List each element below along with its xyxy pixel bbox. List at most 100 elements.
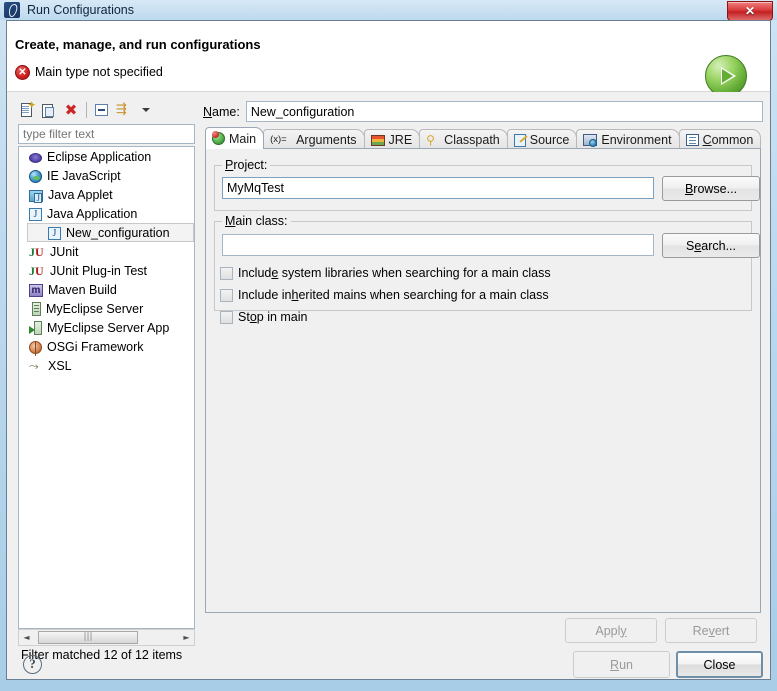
java-application-icon: J: [29, 208, 42, 221]
tree-item-label: JUnit Plug-in Test: [50, 263, 148, 278]
error-x-icon: ✕: [15, 65, 30, 80]
tab-label: Source: [529, 132, 570, 147]
view-menu-button[interactable]: [136, 100, 156, 120]
classpath-tab-icon: ⚲: [426, 132, 435, 147]
configuration-editor-pane: Name: Main (x)= Arguments JRE: [203, 97, 763, 657]
collapse-all-button[interactable]: [92, 100, 112, 120]
filter-button[interactable]: ⇶: [114, 100, 134, 120]
browse-rest: rowse...: [693, 181, 738, 196]
tree-item-label: MyEclipse Server App: [47, 320, 170, 335]
close-window-button[interactable]: ✕: [727, 1, 773, 21]
main-class-input[interactable]: [222, 234, 654, 256]
apply-mnemonic: y: [620, 623, 627, 638]
tab-environment[interactable]: Environment: [576, 129, 680, 149]
tree-item-java-applet[interactable]: Java Applet: [19, 185, 194, 204]
revert-button[interactable]: Revert: [665, 618, 757, 643]
tree-item-label: XSL: [48, 358, 72, 373]
name-label-mnemonic: N: [203, 104, 213, 119]
project-input[interactable]: [222, 177, 654, 199]
tab-label: Classpath: [444, 132, 500, 147]
apply-button[interactable]: Apply: [565, 618, 657, 643]
delete-configuration-button[interactable]: ✖: [61, 100, 81, 120]
validation-message: Main type not specified: [35, 65, 163, 79]
close-button[interactable]: Close: [676, 651, 763, 678]
revert-post: ert: [714, 623, 730, 638]
configuration-name-input[interactable]: [245, 101, 763, 122]
tree-item-eclipse-application[interactable]: Eclipse Application: [19, 147, 194, 166]
configurations-pane: ✦ ✖ ⇶ type filter text Eclipse Applicati…: [13, 97, 199, 662]
java-applet-icon: [29, 189, 43, 203]
include-inherited-mains-label: Include inherited mains when searching f…: [238, 288, 549, 302]
tab-common[interactable]: Common: [678, 129, 762, 149]
tab-source[interactable]: Source: [506, 129, 578, 149]
tree-item-label: JUnit: [50, 244, 79, 259]
tab-main[interactable]: Main: [205, 127, 265, 149]
configurations-toolbar: ✦ ✖ ⇶: [13, 97, 199, 123]
run-configurations-window: Run Configurations ✕ Create, manage, and…: [0, 0, 777, 691]
search-button[interactable]: Search...: [662, 233, 760, 258]
tree-item-java-application[interactable]: J Java Application: [19, 204, 194, 223]
tree-item-new-configuration[interactable]: J New_configuration: [27, 223, 194, 242]
tree-item-label: IE JavaScript: [47, 168, 121, 183]
tab-arguments[interactable]: (x)= Arguments: [263, 129, 365, 149]
search-rest: arch...: [701, 238, 737, 253]
junit-plugin-icon: JU: [29, 264, 44, 278]
tab-classpath[interactable]: ⚲ Classpath: [419, 129, 508, 149]
osgi-icon: [29, 341, 42, 356]
tree-item-osgi-framework[interactable]: OSGi Framework: [19, 337, 194, 356]
tree-item-ie-javascript[interactable]: IE JavaScript: [19, 166, 194, 185]
server-icon: [32, 302, 41, 316]
tab-label: JRE: [388, 132, 413, 147]
tree-item-maven-build[interactable]: m Maven Build: [19, 280, 194, 299]
run-button[interactable]: Run: [573, 651, 670, 678]
xsl-icon: ⤳: [29, 359, 39, 373]
duplicate-configuration-button[interactable]: [39, 100, 59, 120]
toolbar-separator: [86, 102, 87, 118]
include-inherited-mains-row[interactable]: Include inherited mains when searching f…: [220, 288, 549, 302]
name-label-rest: ame:: [212, 104, 240, 119]
run-mnemonic: R: [610, 657, 620, 672]
eclipse-application-icon: [29, 153, 42, 163]
dialog-footer: ? Run Close: [7, 643, 770, 679]
stop-in-main-checkbox[interactable]: [220, 310, 233, 324]
help-question-icon[interactable]: ?: [23, 655, 42, 674]
name-label: Name:: [203, 105, 240, 119]
tab-label: Arguments: [296, 132, 357, 147]
tree-item-label: Maven Build: [48, 282, 117, 297]
dialog-header: Create, manage, and run configurations ✕…: [7, 21, 770, 97]
tree-item-myeclipse-server[interactable]: MyEclipse Server: [19, 299, 194, 318]
tree-item-label: MyEclipse Server: [46, 301, 144, 316]
tree-item-label: Java Application: [47, 206, 138, 221]
new-configuration-button[interactable]: ✦: [17, 100, 37, 120]
tree-item-myeclipse-server-app[interactable]: MyEclipse Server App: [19, 318, 194, 337]
arguments-tab-icon: (x)=: [270, 133, 287, 145]
configurations-tree[interactable]: Eclipse Application IE JavaScript Java A…: [18, 146, 195, 629]
include-inherited-mains-checkbox[interactable]: [220, 288, 233, 302]
main-tab-icon: [212, 131, 225, 145]
filter-input[interactable]: [18, 124, 195, 144]
run-rest: un: [619, 657, 633, 672]
include-system-libraries-checkbox[interactable]: [220, 266, 233, 280]
tab-label-rest: ommon: [711, 132, 754, 147]
jre-tab-icon: [370, 135, 385, 146]
include-system-libraries-row[interactable]: Include system libraries when searching …: [220, 266, 551, 280]
tab-jre[interactable]: JRE: [363, 129, 421, 149]
tree-item-label: Java Applet: [48, 187, 113, 202]
java-application-icon: J: [48, 227, 61, 240]
main-class-group-label: Main class:: [222, 214, 291, 228]
stop-in-main-label: Stop in main: [238, 310, 308, 324]
window-title: Run Configurations: [27, 3, 135, 17]
source-tab-icon: [513, 133, 526, 147]
main-tab-panel: Project: Browse... Main class: Search...…: [205, 148, 761, 613]
tree-item-junit[interactable]: JU JUnit: [19, 242, 194, 261]
dialog-body: Create, manage, and run configurations ✕…: [6, 20, 771, 680]
stop-in-main-row[interactable]: Stop in main: [220, 310, 308, 324]
tree-item-xsl[interactable]: ⤳ XSL: [19, 356, 194, 375]
browse-button[interactable]: Browse...: [662, 176, 760, 201]
tree-item-label: Eclipse Application: [47, 149, 152, 164]
common-tab-icon: [685, 134, 699, 146]
apply-pre: Appl: [595, 623, 621, 638]
tree-item-label: OSGi Framework: [47, 339, 144, 354]
tree-item-junit-plugin-test[interactable]: JU JUnit Plug-in Test: [19, 261, 194, 280]
maven-icon: m: [29, 284, 43, 297]
